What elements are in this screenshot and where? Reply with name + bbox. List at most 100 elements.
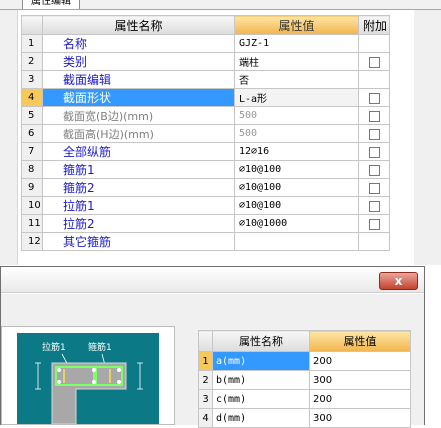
column-header-value[interactable]: 属性值 xyxy=(234,15,359,35)
row-number[interactable]: 8 xyxy=(21,160,43,179)
extra-checkbox[interactable] xyxy=(368,56,380,68)
row-number[interactable]: 2 xyxy=(198,370,213,390)
property-value[interactable]: ⌀10@100 xyxy=(234,196,359,215)
property-name[interactable]: 拉筋1 xyxy=(42,196,235,215)
rebar-bar xyxy=(117,380,121,384)
column-header-name[interactable]: 属性名称 xyxy=(42,15,235,35)
table-row[interactable]: 3 截面编辑否 xyxy=(21,70,390,89)
row-number[interactable]: 10 xyxy=(21,196,43,215)
row-number[interactable]: 5 xyxy=(21,106,43,125)
row-number[interactable]: 11 xyxy=(21,214,43,233)
property-name[interactable]: 截面宽(B边)(mm) xyxy=(42,106,235,125)
grid-header-row: 属性名称 属性值 附加 xyxy=(21,15,390,35)
table-row[interactable]: 10 拉筋1 ⌀10@100 xyxy=(21,196,390,215)
dimension-value[interactable]: 200 xyxy=(309,351,411,371)
table-row[interactable]: 1 名称 GJZ-1 xyxy=(21,34,390,53)
dimension-name[interactable]: c(mm) xyxy=(212,389,310,409)
row-number[interactable]: 6 xyxy=(21,124,43,143)
dimension-grid: 属性名称 属性值 1 a(mm) 200 2 b(mm) 300 3 c(mm) 200 4 d(m… xyxy=(198,330,411,428)
property-name[interactable]: 箍筋2 xyxy=(42,178,235,197)
property-name[interactable]: 名称 xyxy=(42,34,235,53)
extra-cell[interactable] xyxy=(358,196,390,215)
row-number[interactable]: 3 xyxy=(198,389,213,409)
table-row[interactable]: 1 a(mm) 200 xyxy=(198,351,411,371)
row-number[interactable]: 3 xyxy=(21,70,43,89)
extra-checkbox[interactable] xyxy=(368,146,380,158)
property-value[interactable]: GJZ-1 xyxy=(234,34,359,53)
corner-cell xyxy=(198,330,213,352)
dimension-name[interactable]: a(mm) xyxy=(212,351,310,371)
table-row[interactable]: 12 其它箍筋 xyxy=(21,232,390,251)
dimension-value[interactable]: 200 xyxy=(309,389,411,409)
table-row[interactable]: 5 截面宽(B边)(mm) 500 xyxy=(21,106,390,125)
extra-cell[interactable] xyxy=(358,124,390,143)
extra-cell[interactable] xyxy=(358,106,390,125)
extra-checkbox[interactable] xyxy=(368,92,380,104)
property-name[interactable]: 类别 xyxy=(42,52,235,71)
section-shape-dialog: x 拉筋1 箍筋1 属性名称 属性值 1 a(mm) 200 2 b(mm) 3… xyxy=(0,266,425,428)
rebar-bar xyxy=(57,368,61,372)
column-header-extra[interactable]: 附加 xyxy=(358,15,390,35)
rebar-bar xyxy=(117,368,121,372)
dimension-value[interactable]: 300 xyxy=(309,370,411,390)
property-name[interactable]: 截面编辑 xyxy=(42,70,235,89)
label-tie: 拉筋1 xyxy=(42,341,66,353)
property-value[interactable]: 端柱 xyxy=(234,52,359,71)
extra-cell[interactable] xyxy=(358,142,390,161)
property-name[interactable]: 其它箍筋 xyxy=(42,232,235,251)
property-value[interactable]: ⌀10@1000 xyxy=(234,214,359,233)
property-value[interactable]: L-a形 xyxy=(234,88,359,107)
table-row[interactable]: 2 b(mm) 300 xyxy=(198,370,411,390)
property-value[interactable]: 12⌀16 xyxy=(234,142,359,161)
extra-cell[interactable] xyxy=(358,88,390,107)
property-value[interactable]: 500 xyxy=(234,124,359,143)
extra-cell[interactable] xyxy=(358,214,390,233)
corner-cell xyxy=(21,15,43,35)
dimension-header-value[interactable]: 属性值 xyxy=(309,330,411,352)
table-row[interactable]: 7 全部纵筋 12⌀16 xyxy=(21,142,390,161)
table-row[interactable]: 4 截面形状 L-a形 xyxy=(21,88,390,107)
dimension-name[interactable]: b(mm) xyxy=(212,370,310,390)
table-row[interactable]: 9 箍筋2 ⌀10@100 xyxy=(21,178,390,197)
extra-cell[interactable] xyxy=(358,160,390,179)
dimension-header-name[interactable]: 属性名称 xyxy=(212,330,310,352)
table-row[interactable]: 2 类别 端柱 xyxy=(21,52,390,71)
property-name[interactable]: 截面高(H边)(mm) xyxy=(42,124,235,143)
row-number[interactable]: 12 xyxy=(21,232,43,251)
tab-property-edit[interactable]: 属性编辑 xyxy=(22,0,80,9)
row-number[interactable]: 9 xyxy=(21,178,43,197)
property-value[interactable]: 500 xyxy=(234,106,359,125)
dimension-header-row: 属性名称 属性值 xyxy=(198,330,411,352)
property-value[interactable]: 否 xyxy=(234,70,359,89)
extra-checkbox[interactable] xyxy=(368,164,380,176)
panel-scroll-area xyxy=(414,10,441,265)
row-number[interactable]: 4 xyxy=(21,88,43,107)
table-row[interactable]: 11 拉筋2 ⌀10@1000 xyxy=(21,214,390,233)
row-number[interactable]: 1 xyxy=(198,351,213,371)
dialog-body: 拉筋1 箍筋1 属性名称 属性值 1 a(mm) 200 2 b(mm) 300… xyxy=(1,294,424,428)
table-row[interactable]: 6 截面高(H边)(mm) 500 xyxy=(21,124,390,143)
extra-cell[interactable] xyxy=(358,52,390,71)
property-name[interactable]: 拉筋2 xyxy=(42,214,235,233)
row-number[interactable]: 1 xyxy=(21,34,43,53)
table-row[interactable]: 8 箍筋1 ⌀10@100 xyxy=(21,160,390,179)
extra-cell xyxy=(358,70,390,89)
property-name[interactable]: 全部纵筋 xyxy=(42,142,235,161)
extra-cell[interactable] xyxy=(358,178,390,197)
property-value[interactable] xyxy=(234,232,359,251)
close-button[interactable]: x xyxy=(379,272,418,290)
extra-checkbox[interactable] xyxy=(368,110,380,122)
property-value[interactable]: ⌀10@100 xyxy=(234,160,359,179)
panel-tabbar: 属性编辑 xyxy=(0,0,441,10)
property-name[interactable]: 截面形状 xyxy=(42,88,235,107)
property-value[interactable]: ⌀10@100 xyxy=(234,178,359,197)
property-name[interactable]: 箍筋1 xyxy=(42,160,235,179)
extra-checkbox[interactable] xyxy=(368,218,380,230)
row-number[interactable]: 7 xyxy=(21,142,43,161)
row-number[interactable]: 2 xyxy=(21,52,43,71)
extra-checkbox[interactable] xyxy=(368,182,380,194)
dialog-titlebar[interactable]: x xyxy=(1,267,424,293)
table-row[interactable]: 3 c(mm) 200 xyxy=(198,389,411,409)
extra-checkbox[interactable] xyxy=(368,200,380,212)
extra-checkbox[interactable] xyxy=(368,128,380,140)
